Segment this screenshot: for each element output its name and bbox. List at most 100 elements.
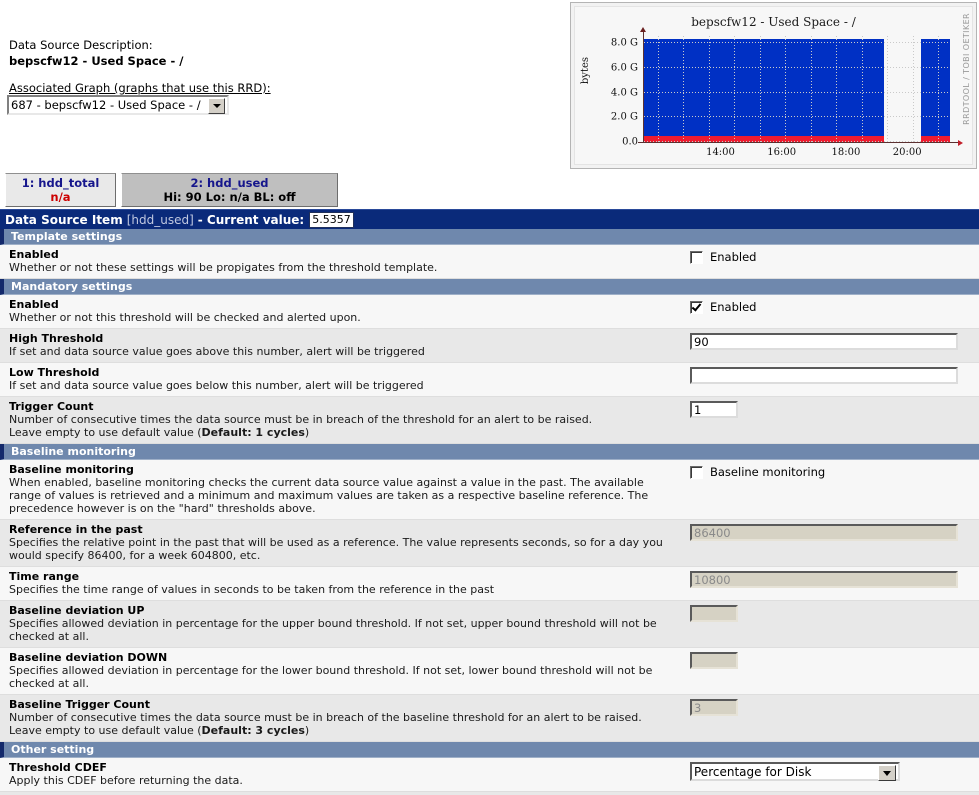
template-enabled-checkbox-label: Enabled (710, 250, 757, 264)
threshold-settings-form: Template settings Enabled Whether or not… (0, 229, 979, 795)
y-axis-tick-label: 8.0 G (610, 37, 638, 49)
baseline-trigger-count-desc2: Leave empty to use default value (Defaul… (9, 724, 672, 737)
description-value: bepscfw12 - Used Space - / (9, 54, 184, 68)
trigger-count-desc2: Leave empty to use default value (Defaul… (9, 426, 672, 439)
time-range-title: Time range (9, 570, 80, 583)
row-mandatory-enabled: Enabled Whether or not this threshold wi… (0, 295, 979, 329)
threshold-cdef-desc: Apply this CDEF before returning the dat… (9, 774, 243, 787)
graph-canvas: bepscfw12 - Used Space - / RRDTOOL / TOB… (574, 6, 973, 165)
ds-header-middle: - Current value: (197, 212, 305, 227)
section-baseline-monitoring: Baseline monitoring (0, 444, 979, 460)
grid-line-vertical (785, 36, 787, 142)
associated-graph-label-part2: this RRD): (212, 81, 271, 95)
row-time-range-control (678, 567, 979, 600)
mandatory-enabled-checkbox[interactable] (690, 300, 703, 314)
tab-hdd-total-label: 1: hdd_total (21, 176, 100, 190)
x-axis-tick-label: 18:00 (831, 147, 861, 158)
trigger-count-input[interactable] (690, 401, 738, 418)
trigger-count-desc1: Number of consecutive times the data sou… (9, 413, 593, 426)
graph-panel[interactable]: bepscfw12 - Used Space - / RRDTOOL / TOB… (570, 2, 977, 169)
high-threshold-input[interactable] (690, 333, 958, 350)
y-axis-tick-label: 6.0 G (610, 62, 638, 74)
ds-header-item: [hdd_used] (126, 212, 194, 227)
template-enabled-desc: Whether or not these settings will be pr… (9, 261, 438, 274)
reference-past-input[interactable] (690, 524, 958, 541)
row-template-enabled: Enabled Whether or not these settings wi… (0, 245, 979, 279)
low-threshold-input[interactable] (690, 367, 958, 384)
row-low-threshold: Low Threshold If set and data source val… (0, 363, 979, 397)
row-baseline-trigger-count-control (678, 695, 979, 741)
tab-hdd-used-label: 2: hdd_used (190, 176, 269, 190)
associated-graph-select-wrap: 687 - bepscfw12 - Used Space - / (7, 95, 229, 115)
row-mandatory-enabled-label: Enabled Whether or not this threshold wi… (0, 295, 678, 328)
row-mandatory-enabled-control: Enabled (678, 295, 979, 328)
row-dev-down-control (678, 648, 979, 694)
row-reference-past-label: Reference in the past Specifies the rela… (0, 520, 678, 566)
y-axis-arrow-icon (640, 27, 646, 32)
grid-line-horizontal (644, 67, 950, 69)
row-dev-up: Baseline deviation UP Specifies allowed … (0, 601, 979, 648)
mandatory-enabled-title: Enabled (9, 298, 59, 311)
tab-hdd-used-status: Hi: 90 Lo: n/a BL: off (163, 190, 296, 204)
threshold-cdef-select[interactable]: Percentage for Disk (690, 762, 900, 781)
row-high-threshold: High Threshold If set and data source va… (0, 329, 979, 363)
y-axis-tick-label: 0.0 (622, 136, 638, 148)
reference-past-title: Reference in the past (9, 523, 143, 536)
high-threshold-title: High Threshold (9, 332, 104, 345)
grid-line-vertical (861, 36, 863, 142)
tab-hdd-total-status: n/a (50, 190, 71, 204)
grid-line-vertical (938, 36, 940, 142)
row-reference-past-control (678, 520, 979, 566)
grid-line-horizontal (644, 141, 950, 142)
row-threshold-cdef: Threshold CDEF Apply this CDEF before re… (0, 758, 979, 792)
grid-line-vertical (708, 36, 710, 142)
row-dev-down-label: Baseline deviation DOWN Specifies allowe… (0, 648, 678, 694)
tab-hdd-total[interactable]: 1: hdd_total n/a (5, 173, 116, 207)
row-baseline-monitoring-label: Baseline monitoring When enabled, baseli… (0, 460, 678, 519)
template-enabled-title: Enabled (9, 248, 59, 261)
row-trigger-count-label: Trigger Count Number of consecutive time… (0, 397, 678, 443)
grid-line-vertical (759, 36, 761, 142)
threshold-cdef-title: Threshold CDEF (9, 761, 107, 774)
mandatory-enabled-desc: Whether or not this threshold will be ch… (9, 311, 361, 324)
row-low-threshold-control (678, 363, 979, 396)
grid-line-horizontal (644, 91, 950, 93)
dev-up-input[interactable] (690, 605, 738, 622)
row-trigger-count-control (678, 397, 979, 443)
tab-hdd-used[interactable]: 2: hdd_used Hi: 90 Lo: n/a BL: off (121, 173, 338, 207)
graph-plot-area: 8.0 G 6.0 G 4.0 G 2.0 G 0.0 14:00 16:00 18:00 2… (611, 27, 963, 158)
row-template-enabled-control: Enabled (678, 245, 979, 278)
row-baseline-trigger-count: Baseline Trigger Count Number of consecu… (0, 695, 979, 742)
grid-line-vertical (734, 36, 736, 142)
row-high-threshold-label: High Threshold If set and data source va… (0, 329, 678, 362)
graph-title: bepscfw12 - Used Space - / (691, 15, 856, 29)
template-enabled-checkbox[interactable] (690, 250, 703, 264)
row-baseline-trigger-count-label: Baseline Trigger Count Number of consecu… (0, 695, 678, 741)
row-threshold-cdef-control: Percentage for Disk (678, 758, 979, 791)
baseline-monitoring-desc: When enabled, baseline monitoring checks… (9, 476, 649, 515)
baseline-trigger-count-title: Baseline Trigger Count (9, 698, 150, 711)
dev-down-input[interactable] (690, 652, 738, 669)
row-trigger-count: Trigger Count Number of consecutive time… (0, 397, 979, 444)
x-axis-tick-label: 20:00 (892, 147, 922, 158)
row-reference-past: Reference in the past Specifies the rela… (0, 520, 979, 567)
row-dev-up-control (678, 601, 979, 647)
baseline-trigger-count-desc2-post: ) (304, 724, 310, 737)
row-baseline-monitoring: Baseline monitoring When enabled, baseli… (0, 460, 979, 520)
grid-line-vertical (836, 36, 838, 142)
chart-area-used (920, 39, 950, 142)
grid-line-vertical (810, 36, 812, 142)
associated-graph-select[interactable]: 687 - bepscfw12 - Used Space - / (7, 95, 229, 115)
x-axis-tick-label: 16:00 (767, 147, 797, 158)
y-axis-tick-label: 4.0 G (610, 87, 638, 99)
baseline-trigger-count-desc1: Number of consecutive times the data sou… (9, 711, 642, 724)
time-range-input[interactable] (690, 571, 958, 588)
y-axis-tick-label: 2.0 G (610, 111, 638, 123)
x-axis-arrow-icon (958, 140, 963, 146)
data-source-item-header: Data Source Item [hdd_used] - Current va… (0, 209, 979, 229)
ds-header-prefix: Data Source Item (5, 212, 123, 227)
baseline-trigger-count-input[interactable] (690, 699, 738, 716)
chart-area-used (644, 39, 885, 142)
baseline-monitoring-checkbox[interactable] (690, 465, 703, 479)
grid-line-vertical (912, 36, 914, 142)
